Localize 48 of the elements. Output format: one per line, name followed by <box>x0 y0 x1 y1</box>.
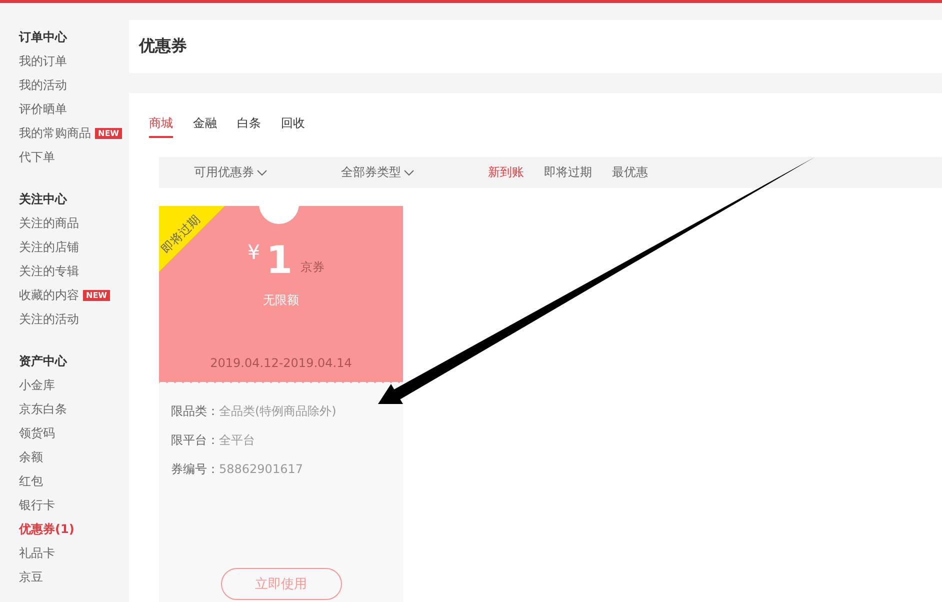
section-title: 关注中心 <box>19 191 68 208</box>
new-badge: NEW <box>95 128 122 138</box>
sidebar-item[interactable]: 代下单 <box>19 145 55 169</box>
detail-label: 券编号： <box>171 462 219 476</box>
sidebar-item[interactable]: 我的常购商品 <box>19 121 91 145</box>
currency-symbol: ¥ <box>247 240 260 264</box>
sidebar-item[interactable]: 礼品卡 <box>19 541 55 565</box>
section-title: 订单中心 <box>19 29 68 46</box>
tab[interactable]: 白条 <box>237 115 261 138</box>
corner-ribbon: 即将过期 <box>159 206 225 272</box>
sort-option[interactable]: 新到账 <box>488 164 524 181</box>
filter-dropdown[interactable]: 全部券类型 <box>341 164 488 181</box>
new-badge: NEW <box>83 290 110 300</box>
sidebar-item[interactable]: 小金库 <box>19 373 55 397</box>
chevron-down-icon <box>404 170 414 176</box>
detail-value: 全品类(特例商品除外) <box>219 404 336 418</box>
coupon-amount: 1 <box>266 240 293 280</box>
tab[interactable]: 商城 <box>149 115 173 138</box>
sidebar-item[interactable]: 我的活动 <box>19 73 67 97</box>
sidebar-item[interactable]: 余额 <box>19 445 43 469</box>
section-title: 资产中心 <box>19 353 68 370</box>
detail-value: 58862901617 <box>219 462 303 476</box>
coupon-limit: 无限额 <box>262 292 300 309</box>
sidebar-item[interactable]: 优惠券(1) <box>19 517 74 541</box>
sidebar-item[interactable]: 京豆 <box>19 565 43 589</box>
sidebar-item[interactable]: 评价晒单 <box>19 97 67 121</box>
tab[interactable]: 回收 <box>281 115 305 138</box>
sidebar-item[interactable]: 我的订单 <box>19 49 67 73</box>
detail-label: 限品类： <box>171 404 219 418</box>
sidebar-item[interactable]: 关注的商品 <box>19 211 79 235</box>
sidebar-item[interactable]: 红包 <box>19 469 43 493</box>
sidebar-item[interactable]: 关注的专辑 <box>19 259 79 283</box>
validity-dates: 2019.04.12-2019.04.14 <box>209 356 353 370</box>
sidebar-item[interactable]: 关注的活动 <box>19 307 79 331</box>
filter-dropdown[interactable]: 可用优惠券 <box>194 164 341 181</box>
sidebar-item[interactable]: 收藏的内容 <box>19 283 79 307</box>
sidebar-item[interactable]: 银行卡 <box>19 493 55 517</box>
tab[interactable]: 金融 <box>193 115 217 138</box>
sidebar-item[interactable]: 领货码 <box>19 421 55 445</box>
sidebar-item[interactable]: 京东白条 <box>19 397 67 421</box>
sort-option[interactable]: 最优惠 <box>612 164 648 181</box>
coupon-type: 京券 <box>300 259 325 276</box>
sidebar-item[interactable]: 关注的店铺 <box>19 235 79 259</box>
page-title: 优惠券 <box>139 36 187 57</box>
sort-option[interactable]: 即将过期 <box>544 164 592 181</box>
detail-value: 全平台 <box>219 433 255 447</box>
detail-label: 限平台： <box>171 433 219 447</box>
chevron-down-icon <box>257 170 267 176</box>
